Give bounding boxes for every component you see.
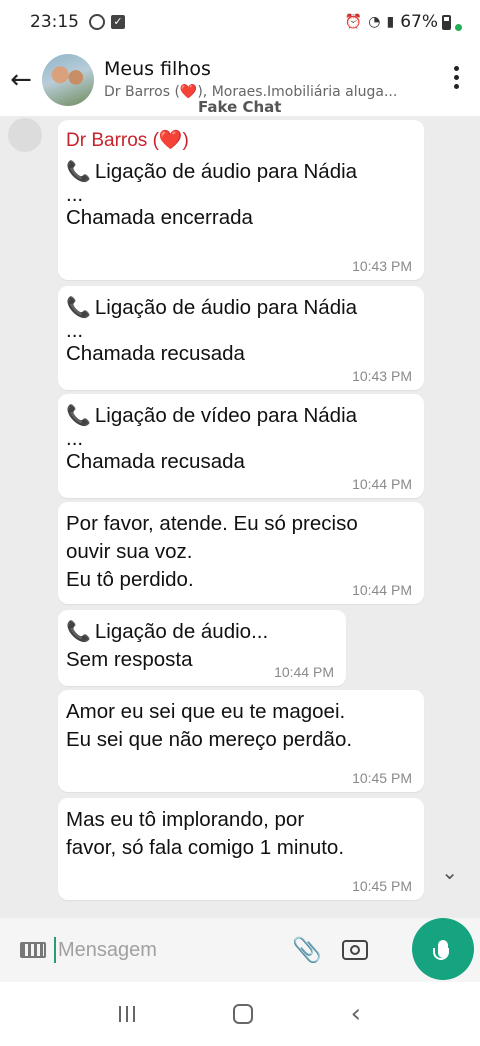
back-arrow-icon[interactable]: ← <box>0 65 42 95</box>
message-time: 10:45 PM <box>352 770 412 786</box>
message-bubble[interactable]: Dr Barros (❤️) 📞 Ligação de áudio para Ná… <box>58 120 424 280</box>
composer: 📎 <box>0 918 480 982</box>
message-bubble[interactable]: 📞 Ligação de áudio para Nádia ... Chamada… <box>58 286 424 390</box>
alarm-icon: ⏰ <box>344 14 363 30</box>
more-options-icon[interactable] <box>454 66 460 93</box>
message-time: 10:43 PM <box>352 258 412 274</box>
microphone-icon <box>433 940 449 960</box>
message-text: Eu sei que não mereço perdão. <box>66 728 353 751</box>
call-status: Chamada recusada <box>66 450 245 473</box>
message-field[interactable]: 📎 <box>10 928 400 972</box>
call-status: Chamada encerrada <box>66 206 253 229</box>
group-avatar[interactable] <box>42 54 94 106</box>
message-text: Amor eu sei que eu te magoei. <box>66 700 346 723</box>
message-input[interactable] <box>58 938 288 962</box>
voice-message-button[interactable] <box>412 918 474 980</box>
message-bubble[interactable]: Por favor, atende. Eu só preciso ouvir s… <box>58 502 424 604</box>
wifi-icon: ◔ <box>368 14 381 30</box>
call-status: Chamada recusada <box>66 342 245 365</box>
camera-icon[interactable] <box>341 940 368 960</box>
message-time: 10:45 PM <box>352 878 412 894</box>
system-nav-bar: ‹ <box>0 982 480 1046</box>
status-bar: 23:15 ✓ ⏰ ◔ ▮ 67% <box>0 0 480 44</box>
message-text: Ligação de vídeo para Nádia <box>94 404 358 427</box>
phone-icon: 📞 <box>66 297 91 319</box>
message-time: 10:44 PM <box>352 582 412 598</box>
message-bubble[interactable]: Mas eu tô implorando, por favor, só fala… <box>58 798 424 900</box>
scroll-to-bottom-icon[interactable]: ⌄ <box>441 860 458 884</box>
message-time: 10:44 PM <box>352 476 412 492</box>
message-text: ouvir sua voz. <box>66 540 193 563</box>
message-bubble[interactable]: 📞 Ligação de áudio... Sem resposta 10:44 … <box>58 610 346 686</box>
message-text: Ligação de áudio... <box>94 620 269 643</box>
attach-icon[interactable]: 📎 <box>292 936 322 964</box>
message-text: Por favor, atende. Eu só preciso <box>66 512 358 535</box>
message-time: 10:44 PM <box>274 664 334 680</box>
text-cursor <box>54 937 56 963</box>
chat-title: Meus filhos <box>104 58 211 80</box>
battery-percent: 67% <box>400 12 438 32</box>
home-icon[interactable] <box>232 1004 253 1024</box>
sender-name: Dr Barros (❤️) <box>66 130 189 151</box>
message-list[interactable]: Dr Barros (❤️) 📞 Ligação de áudio para Ná… <box>0 116 480 918</box>
status-time: 23:15 <box>30 12 79 32</box>
message-text: Ligação de áudio para Nádia <box>94 160 358 183</box>
nav-back-icon[interactable]: ‹ <box>351 999 361 1029</box>
message-ellipsis: ... <box>66 183 84 206</box>
recent-apps-icon[interactable] <box>118 1006 135 1022</box>
video-call-icon: 📞 <box>66 405 91 427</box>
phone-icon: 📞 <box>66 161 91 183</box>
message-bubble[interactable]: 📞 Ligação de vídeo para Nádia ... Chamada… <box>58 394 424 498</box>
message-ellipsis: ... <box>66 427 84 450</box>
signal-icon: ▮ <box>386 14 395 30</box>
message-text: Ligação de áudio para Nádia <box>94 296 358 319</box>
message-text: Mas eu tô implorando, por <box>66 808 305 831</box>
keyboard-icon[interactable] <box>20 942 46 958</box>
message-text: favor, só fala comigo 1 minuto. <box>66 836 345 859</box>
message-time: 10:43 PM <box>352 368 412 384</box>
phone-icon: 📞 <box>66 621 91 643</box>
battery-icon <box>442 14 451 30</box>
message-ellipsis: ... <box>66 319 84 342</box>
threads-icon <box>89 14 105 30</box>
watermark: Fake Chat <box>198 98 282 116</box>
header-info[interactable]: Meus filhos Dr Barros (❤️), Moraes.Imobi… <box>104 58 424 102</box>
sender-avatar <box>8 118 42 152</box>
privacy-indicator-icon <box>455 23 462 31</box>
message-bubble[interactable]: Amor eu sei que eu te magoei. Eu sei que… <box>58 690 424 792</box>
notification-check-icon: ✓ <box>111 15 125 29</box>
